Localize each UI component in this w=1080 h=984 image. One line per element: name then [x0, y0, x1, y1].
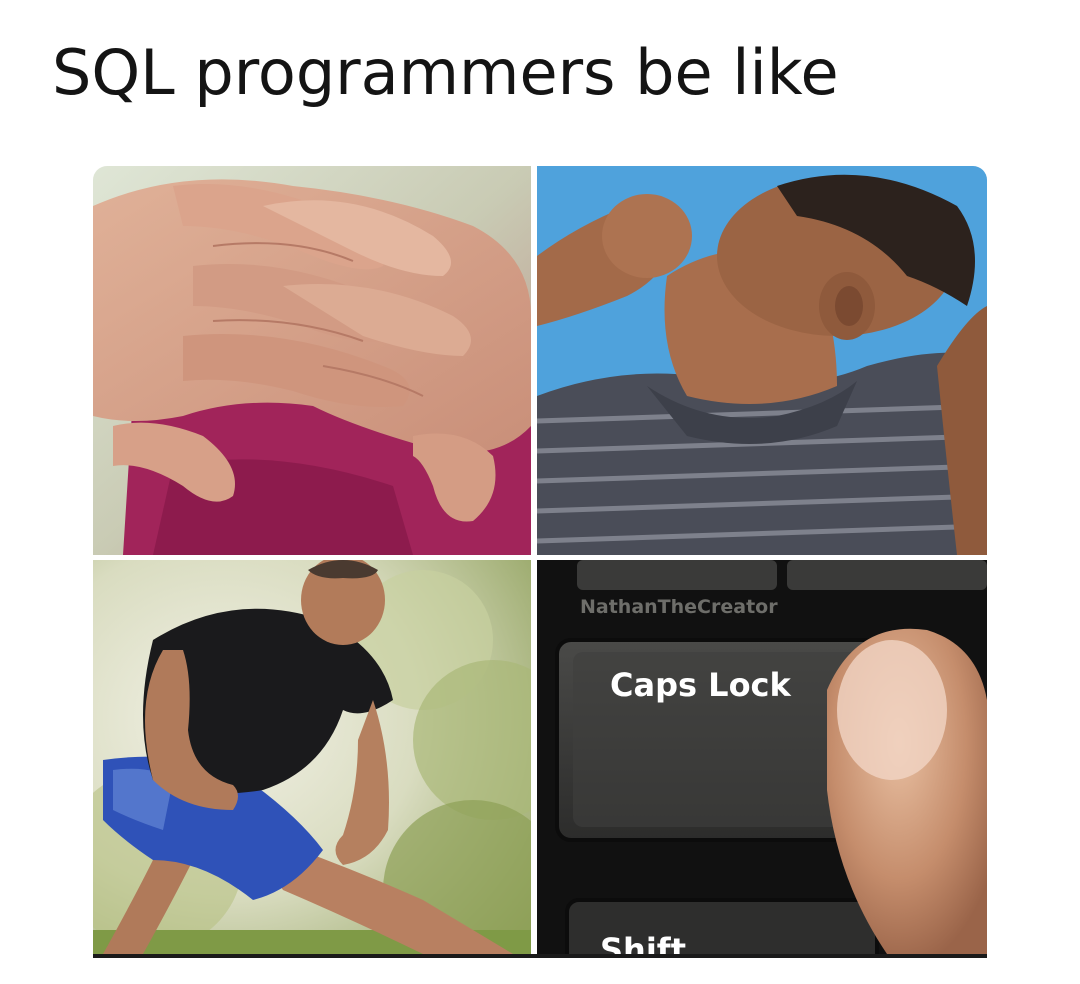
leg-stretch-image	[93, 560, 531, 954]
bottom-border	[93, 954, 987, 958]
shift-key-label-crop: Shift	[600, 934, 710, 954]
panel-stretching-hands	[93, 166, 531, 555]
panel-caps-lock	[537, 560, 987, 954]
caps-lock-key-label: Caps Lock	[610, 666, 791, 704]
shift-key-label: Shift	[600, 934, 687, 954]
panel-neck-crack	[537, 166, 987, 555]
stretching-hands-image	[93, 166, 531, 555]
neck-crack-image	[537, 166, 987, 555]
watermark-text: NathanTheCreator	[580, 596, 778, 618]
caps-lock-image	[537, 560, 987, 954]
panel-leg-stretch	[93, 560, 531, 954]
meme-title: SQL programmers be like	[52, 36, 839, 109]
